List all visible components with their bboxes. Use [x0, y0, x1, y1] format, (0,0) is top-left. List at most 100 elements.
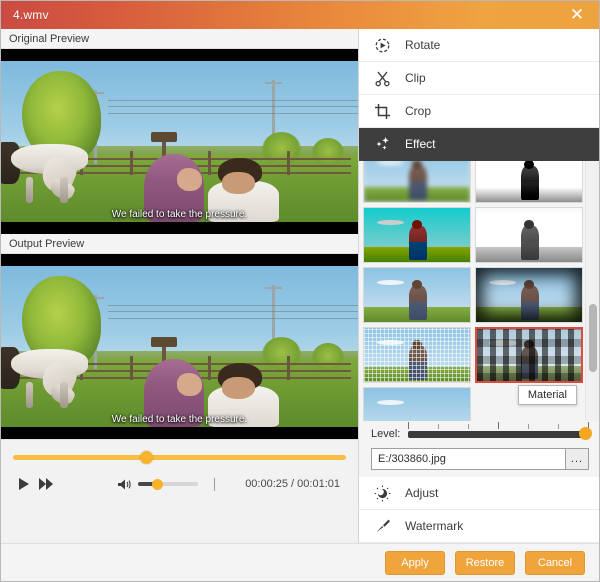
menu-item-clip[interactable]: Clip	[359, 62, 599, 95]
horse-leg	[60, 177, 68, 203]
sparkle-icon	[373, 135, 391, 153]
play-icon	[19, 478, 29, 490]
fence-post	[129, 151, 133, 176]
menu-item-effect[interactable]: Effect	[359, 128, 599, 161]
power-wire	[108, 106, 358, 108]
video-subtitle: We failed to take the pressure.	[111, 209, 248, 220]
menu-item-crop[interactable]: Crop	[359, 95, 599, 128]
window-body: Original Preview We failed to take the p…	[1, 29, 599, 543]
effect-preview	[477, 329, 581, 381]
effect-preview	[364, 328, 470, 382]
level-label: Level:	[371, 428, 401, 440]
power-wire	[108, 99, 358, 101]
transport-row: 00:00:25 / 00:01:01	[13, 474, 346, 494]
output-preview-label: Output Preview	[1, 234, 358, 254]
effect-preview	[364, 161, 470, 202]
rotate-icon	[373, 36, 391, 54]
level-control-row: Level:	[359, 421, 599, 447]
menu-item-label: Watermark	[405, 519, 464, 533]
seek-slider[interactable]	[13, 451, 346, 464]
cancel-button[interactable]: Cancel	[525, 550, 585, 575]
effect-thumb-modern[interactable]	[363, 207, 471, 263]
tools-pane: Rotate Clip Crop Effect Material Level: …	[359, 29, 599, 543]
effect-preview	[476, 208, 582, 262]
fence-post	[286, 356, 290, 381]
title-bar: 4.wmv ✕	[1, 1, 599, 29]
horse-leg	[26, 382, 34, 408]
video-subtitle: We failed to take the pressure.	[111, 414, 248, 425]
effects-scrollbar[interactable]	[585, 161, 599, 421]
fast-forward-button[interactable]	[35, 474, 57, 494]
time-display: 00:00:25 / 00:01:01	[245, 478, 340, 490]
scrollbar-thumb[interactable]	[589, 304, 597, 372]
apply-button[interactable]: Apply	[385, 550, 445, 575]
effects-scroll-area[interactable]: Material	[359, 161, 585, 421]
original-preview-video[interactable]: We failed to take the pressure.	[1, 49, 358, 234]
face	[222, 376, 256, 399]
effect-tooltip: Material	[517, 385, 577, 405]
menu-item-label: Adjust	[405, 486, 439, 500]
horse-leg	[26, 177, 34, 203]
seek-handle[interactable]	[140, 451, 154, 464]
output-video-frame	[1, 266, 358, 427]
effect-thumb-original[interactable]	[363, 267, 471, 323]
face	[222, 171, 256, 194]
player-controls: 00:00:25 / 00:01:01	[1, 439, 358, 543]
effect-preview	[364, 268, 470, 322]
level-slider[interactable]	[408, 421, 592, 440]
effect-thumb-material[interactable]	[475, 327, 583, 383]
face	[176, 167, 203, 191]
brightness-icon	[373, 484, 391, 502]
effect-preview	[364, 208, 470, 262]
effect-thumb-extra[interactable]	[363, 387, 471, 421]
fast-forward-icon	[39, 478, 53, 490]
menu-item-label: Effect	[405, 137, 436, 151]
brush-icon	[373, 517, 391, 535]
power-wire	[108, 317, 358, 319]
level-handle[interactable]	[579, 427, 592, 440]
birdhouse	[150, 336, 177, 347]
effects-gallery: Material	[359, 161, 599, 421]
dialog-footer: Apply Restore Cancel	[1, 543, 599, 581]
face	[176, 372, 203, 396]
play-button[interactable]	[13, 474, 35, 494]
horse	[1, 346, 101, 408]
menu-item-rotate[interactable]: Rotate	[359, 29, 599, 62]
horse	[1, 141, 101, 203]
scissors-icon	[373, 69, 391, 87]
power-wire	[108, 112, 358, 114]
volume-icon[interactable]	[117, 478, 132, 491]
video-editor-window: 4.wmv ✕ Original Preview We failed to ta…	[0, 0, 600, 582]
effect-thumb-sharpen[interactable]	[475, 161, 583, 203]
crop-icon	[373, 102, 391, 120]
browse-button[interactable]: ...	[565, 448, 589, 470]
menu-item-watermark[interactable]: Watermark	[359, 510, 599, 543]
effect-thumb-blur[interactable]	[363, 161, 471, 203]
file-path-input[interactable]: E:/303860.jpg	[371, 448, 565, 470]
menu-item-label: Clip	[405, 71, 426, 85]
effect-thumb-vignette[interactable]	[475, 267, 583, 323]
divider	[214, 477, 215, 491]
effect-thumb-mosaic[interactable]	[363, 327, 471, 383]
birdhouse	[150, 131, 177, 142]
power-wire	[108, 304, 358, 306]
volume-handle[interactable]	[152, 479, 164, 490]
effect-thumb-gray[interactable]	[475, 207, 583, 263]
volume-slider[interactable]	[138, 479, 198, 490]
menu-item-adjust[interactable]: Adjust	[359, 477, 599, 510]
effect-preview	[364, 388, 470, 421]
original-video-frame	[1, 61, 358, 222]
power-wire	[108, 311, 358, 313]
close-icon[interactable]: ✕	[563, 1, 591, 29]
fence-post	[129, 356, 133, 381]
original-preview-label: Original Preview	[1, 29, 358, 49]
effects-grid	[363, 161, 583, 421]
fence-post	[286, 151, 290, 176]
restore-button[interactable]: Restore	[455, 550, 515, 575]
menu-item-label: Rotate	[405, 38, 441, 52]
file-path-row: E:/303860.jpg ...	[359, 447, 599, 477]
effect-preview	[476, 268, 582, 322]
effect-preview	[476, 161, 582, 202]
output-preview-video[interactable]: We failed to take the pressure.	[1, 254, 358, 439]
menu-item-label: Crop	[405, 104, 432, 118]
